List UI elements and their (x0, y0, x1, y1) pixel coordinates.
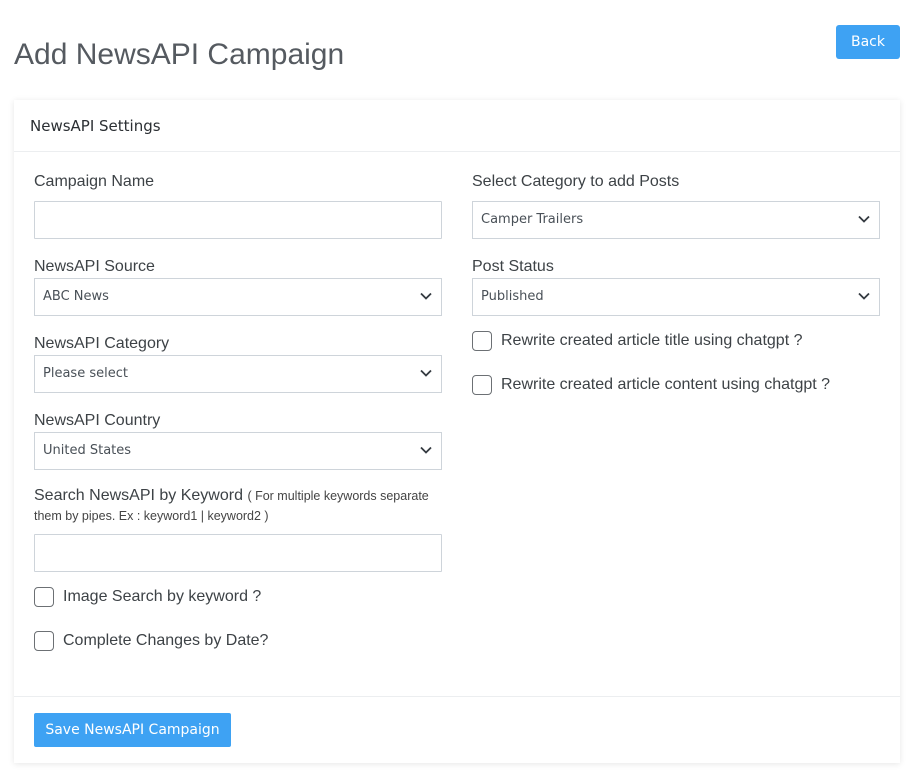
keyword-hint-line1: ( For multiple keywords separate (247, 489, 429, 503)
rewrite-content-checkbox[interactable] (472, 375, 492, 395)
chevron-down-icon (858, 292, 870, 300)
card-footer: Save NewsAPI Campaign (14, 696, 900, 763)
keyword-hint-line2: them by pipes. Ex : keyword1 | keyword2 … (34, 509, 269, 523)
post-status-select[interactable]: Published (472, 278, 880, 316)
image-search-checkbox[interactable] (34, 587, 54, 607)
category-label: NewsAPI Category (34, 335, 170, 352)
complete-changes-row[interactable]: Complete Changes by Date? (34, 630, 268, 652)
complete-changes-label: Complete Changes by Date? (63, 632, 269, 649)
rewrite-content-row[interactable]: Rewrite created article content using ch… (472, 374, 830, 396)
country-select[interactable]: United States (34, 432, 442, 470)
back-button[interactable]: Back (836, 25, 900, 59)
source-selected-value: ABC News (43, 289, 109, 304)
post-category-label: Select Category to add Posts (472, 173, 680, 190)
save-campaign-button[interactable]: Save NewsAPI Campaign (34, 713, 231, 747)
source-label: NewsAPI Source (34, 258, 155, 275)
category-select[interactable]: Please select (34, 355, 442, 393)
rewrite-title-row[interactable]: Rewrite created article title using chat… (472, 330, 802, 352)
country-selected-value: United States (43, 443, 132, 458)
image-search-label: Image Search by keyword ? (63, 588, 262, 605)
chevron-down-icon (420, 446, 432, 454)
category-selected-value: Please select (43, 366, 128, 381)
chevron-down-icon (420, 292, 432, 300)
post-category-select[interactable]: Camper Trailers (472, 201, 880, 239)
page-title: Add NewsAPI Campaign (14, 38, 345, 71)
chevron-down-icon (420, 369, 432, 377)
image-search-row[interactable]: Image Search by keyword ? (34, 586, 261, 608)
rewrite-content-label: Rewrite created article content using ch… (501, 376, 831, 393)
rewrite-title-label: Rewrite created article title using chat… (501, 332, 803, 349)
card-header: NewsAPI Settings (14, 100, 900, 152)
campaign-name-label: Campaign Name (34, 173, 155, 190)
country-label: NewsAPI Country (34, 412, 161, 429)
keyword-input[interactable] (34, 534, 442, 572)
complete-changes-checkbox[interactable] (34, 631, 54, 651)
settings-card: NewsAPI Settings Campaign Name NewsAPI S… (14, 100, 900, 763)
post-category-selected-value: Camper Trailers (481, 212, 584, 227)
keyword-label-group: Search NewsAPI by Keyword ( For multiple… (34, 486, 442, 526)
post-status-selected-value: Published (481, 289, 544, 304)
rewrite-title-checkbox[interactable] (472, 331, 492, 351)
chevron-down-icon (858, 215, 870, 223)
campaign-name-input[interactable] (34, 201, 442, 239)
keyword-label: Search NewsAPI by Keyword (34, 487, 243, 504)
post-status-label: Post Status (472, 258, 554, 275)
source-select[interactable]: ABC News (34, 278, 442, 316)
